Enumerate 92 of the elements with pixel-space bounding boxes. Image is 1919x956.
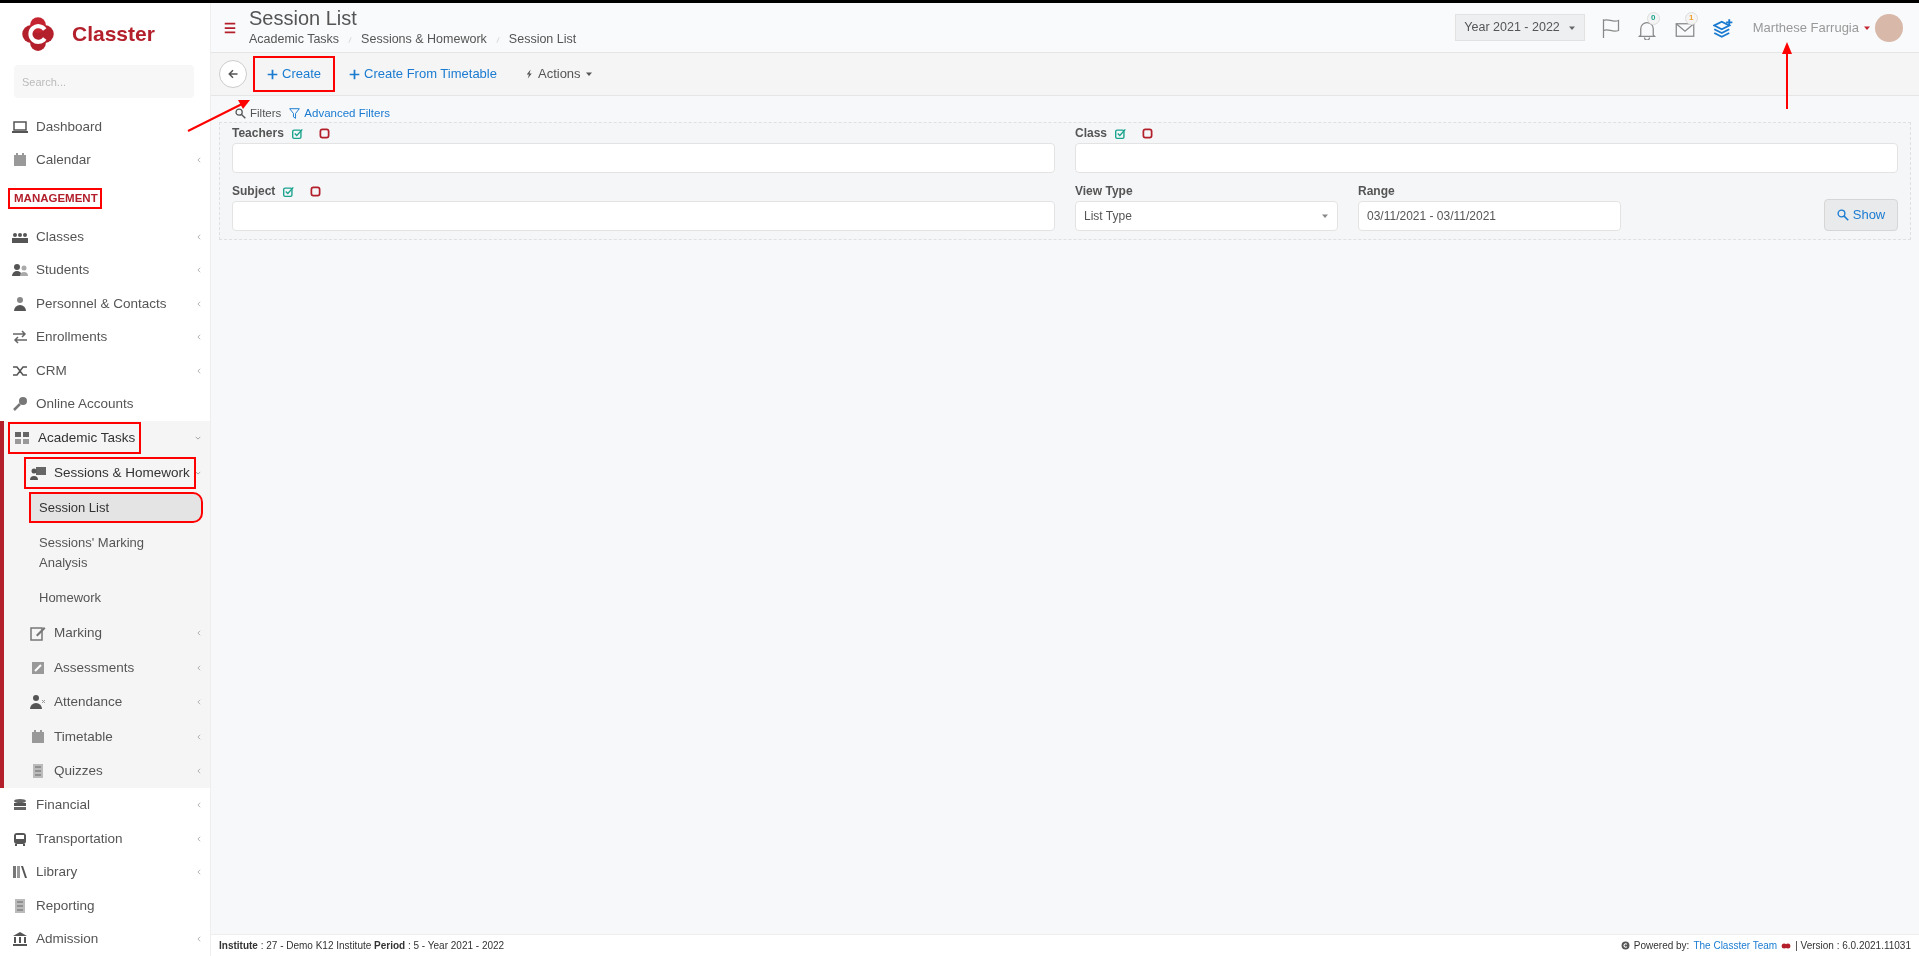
edit-icon: [30, 625, 46, 642]
input-field[interactable]: [232, 201, 1055, 231]
create-button[interactable]: Create From Timetable: [337, 58, 509, 90]
page-title: Session List: [249, 6, 358, 31]
bell-icon: [1636, 19, 1657, 40]
plus-icon: [267, 68, 278, 80]
funnel-icon: [289, 107, 301, 119]
year-dropdown[interactable]: Year 2021 - 2022: [1455, 14, 1585, 41]
sidebar-item[interactable]: Attendance: [4, 684, 210, 720]
sidebar-item[interactable]: Online Accounts: [0, 387, 210, 421]
menu-icon: [223, 20, 237, 35]
bus-icon: [12, 830, 28, 847]
avatar[interactable]: [1875, 13, 1903, 42]
sidebar-item[interactable]: Academic Tasks: [4, 420, 210, 456]
field-label: Teachers: [232, 125, 284, 142]
sidebar-item[interactable]: Sessions & Homework: [4, 455, 210, 490]
exchange-icon: [12, 329, 28, 346]
sidebar-item[interactable]: Sessions' Marking Analysis: [4, 525, 210, 581]
field-label: Range: [1358, 183, 1395, 200]
field-label: Class: [1075, 125, 1108, 142]
laptop-icon: [12, 118, 28, 135]
version-text: | Version : 6.0.2021.11031: [1795, 939, 1911, 953]
search-icon: [1836, 209, 1849, 221]
sidebar-item[interactable]: Admission: [0, 922, 210, 956]
bolt-icon: [524, 68, 534, 80]
sidebar-item[interactable]: Assessments: [4, 650, 210, 685]
field-label: View Type: [1075, 183, 1133, 200]
sidebar-item[interactable]: Financial: [0, 788, 210, 822]
users-icon: [12, 262, 28, 279]
calendar-icon: [30, 728, 46, 745]
sidebar-item[interactable]: Marking: [4, 615, 210, 651]
sidebar-item[interactable]: Calendar: [0, 143, 210, 178]
footer-info: Institute : 27 - Demo K12 Institute Period : 5 - Year 2021 - 2022: [219, 939, 505, 953]
actions-dropdown[interactable]: Actions: [512, 58, 605, 90]
bank-icon: [12, 931, 28, 948]
breadcrumb-link[interactable]: Session List: [508, 30, 577, 49]
check-square-icon: [291, 127, 303, 139]
grid-icon: [14, 430, 30, 447]
presenter-icon: [30, 464, 46, 481]
list-icon: [12, 897, 28, 914]
caret-down-icon: [584, 70, 593, 78]
list-icon: [30, 763, 46, 780]
breadcrumb-link[interactable]: Sessions & Homework: [361, 30, 487, 49]
advanced-filters-link[interactable]: Advanced Filters: [289, 104, 390, 122]
sidebar-item[interactable]: Quizzes: [4, 753, 210, 789]
square-icon: [318, 127, 330, 139]
copyright-icon: [1620, 941, 1630, 950]
check-square-icon: [1115, 127, 1127, 139]
count-badge: 0: [1646, 11, 1660, 25]
annotation-arrow: [1780, 41, 1794, 111]
flag-icon: [1600, 17, 1621, 38]
sidebar-item[interactable]: CRM: [0, 353, 210, 388]
arrow-left-icon: [227, 68, 239, 80]
sidebar-item[interactable]: Students: [0, 253, 210, 287]
sidebar-item[interactable]: Transportation: [0, 821, 210, 856]
input-field[interactable]: [232, 143, 1055, 173]
back-button[interactable]: [219, 60, 247, 88]
square-icon: [310, 185, 322, 197]
count-badge: 1: [1684, 11, 1698, 25]
footer-text: Powered by:: [1633, 939, 1690, 953]
sidebar-item[interactable]: Personnel & Contacts: [0, 286, 210, 321]
team-link[interactable]: The Classter Team: [1693, 938, 1778, 953]
sidebar-item[interactable]: Timetable: [4, 719, 210, 754]
breadcrumb-link[interactable]: Academic Tasks: [249, 30, 340, 49]
create-button[interactable]: Create: [255, 58, 334, 90]
section-heading: MANAGEMENT: [10, 189, 100, 208]
sidebar-item[interactable]: Homework: [4, 580, 210, 616]
plus-icon: [349, 68, 361, 80]
person-icon: [12, 295, 28, 312]
check-square-icon: [283, 185, 295, 197]
sidebar-item[interactable]: Reporting: [0, 888, 210, 923]
logo-text: Classter: [72, 21, 155, 48]
books-icon: [12, 864, 28, 881]
sidebar-item[interactable]: Enrollments: [0, 320, 210, 354]
filters-label: Filters: [250, 105, 282, 121]
sidebar-item[interactable]: Dashboard: [0, 110, 210, 144]
search-icon: [235, 107, 246, 119]
select-field[interactable]: List Type: [1075, 201, 1338, 231]
key-icon: [12, 396, 28, 413]
sidebar-item[interactable]: Classes: [0, 219, 210, 254]
square-icon: [1142, 127, 1154, 139]
field-label: Subject: [232, 183, 276, 200]
date-range-field[interactable]: 03/11/2021 - 03/11/2021: [1358, 201, 1621, 231]
pencil-icon: [30, 659, 46, 676]
calendar-icon: [12, 152, 28, 169]
input-field[interactable]: [1075, 143, 1898, 173]
search-field[interactable]: Search...: [14, 65, 194, 99]
layers-plus-icon: [1712, 17, 1733, 38]
sidebar-item[interactable]: Library: [0, 855, 210, 889]
caret-down-icon: [1321, 212, 1329, 220]
user-cross-icon: [30, 694, 46, 711]
show-button[interactable]: Show: [1824, 199, 1898, 231]
